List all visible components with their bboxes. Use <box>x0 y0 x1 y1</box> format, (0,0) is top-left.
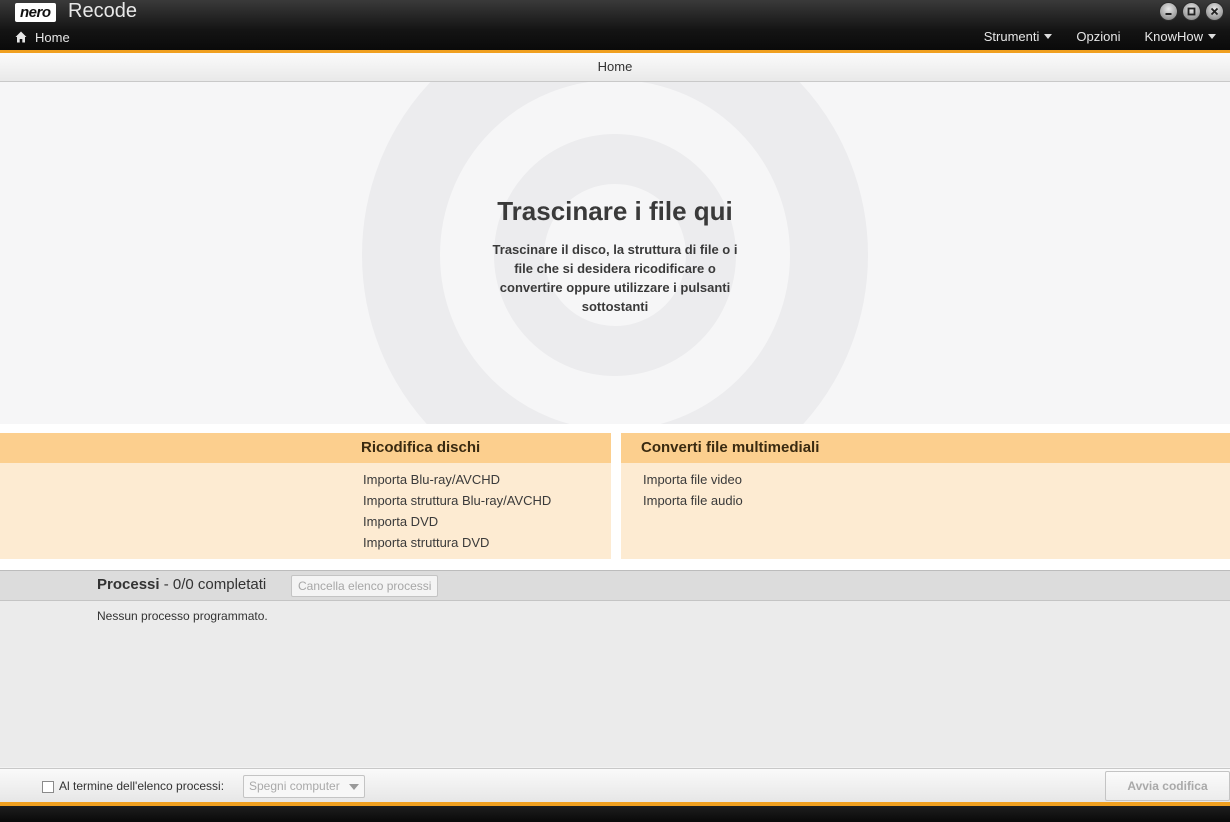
minimize-icon <box>1165 13 1172 15</box>
processes-header: Processi - 0/0 completati Cancella elenc… <box>0 571 1230 601</box>
nero-logo: nero <box>15 3 56 22</box>
close-button[interactable] <box>1205 2 1224 21</box>
close-icon <box>1210 7 1219 16</box>
window-bottom-border <box>0 806 1230 822</box>
menu-knowhow-label: KnowHow <box>1144 29 1203 44</box>
after-processes-select[interactable]: Spegni computer <box>243 775 365 798</box>
processes-title: Processi - 0/0 completati <box>97 576 266 593</box>
app-title: Recode <box>68 0 137 22</box>
chevron-down-icon <box>1208 34 1216 39</box>
menu-tools-label: Strumenti <box>983 29 1040 44</box>
convert-media-title: Converti file multimediali <box>621 433 1230 463</box>
home-icon <box>15 31 27 43</box>
import-audio-link[interactable]: Importa file audio <box>643 490 1230 511</box>
after-processes-value: Spegni computer <box>249 779 340 793</box>
start-encoding-button[interactable]: Avvia codifica <box>1105 771 1230 801</box>
recode-discs-title: Ricodifica dischi <box>0 433 611 463</box>
drop-zone[interactable]: Trascinare i file qui Trascinare il disc… <box>0 82 1230 424</box>
top-menu: Strumenti Opzioni KnowHow <box>984 29 1216 44</box>
menu-options[interactable]: Opzioni <box>1076 29 1120 44</box>
home-nav-label: Home <box>35 29 70 45</box>
processes-label: Processi <box>97 576 160 593</box>
import-video-link[interactable]: Importa file video <box>643 469 1230 490</box>
separator <box>0 424 1230 433</box>
menu-options-label: Opzioni <box>1076 29 1121 44</box>
import-dvd-structure-link[interactable]: Importa struttura DVD <box>363 532 611 553</box>
separator <box>0 559 1230 571</box>
shutdown-checkbox[interactable] <box>42 781 54 793</box>
recode-discs-panel: Ricodifica dischi Importa Blu-ray/AVCHD … <box>0 433 611 559</box>
clear-processes-button[interactable]: Cancella elenco processi <box>291 575 439 597</box>
menu-knowhow[interactable]: KnowHow <box>1144 29 1216 44</box>
import-bluray-link[interactable]: Importa Blu-ray/AVCHD <box>363 469 611 490</box>
drop-title: Trascinare i file qui <box>497 196 733 226</box>
processes-empty-text: Nessun processo programmato. <box>97 609 268 623</box>
processes-list: Nessun processo programmato. <box>0 601 1230 767</box>
title-bar: nero Recode Home Strumenti Opzioni KnowH… <box>0 0 1230 50</box>
convert-media-panel: Converti file multimediali Importa file … <box>621 433 1230 559</box>
home-nav-button[interactable]: Home <box>15 28 70 46</box>
maximize-button[interactable] <box>1182 2 1201 21</box>
window-controls <box>1159 2 1224 21</box>
import-bluray-structure-link[interactable]: Importa struttura Blu-ray/AVCHD <box>363 490 611 511</box>
processes-status: - 0/0 completati <box>159 576 267 593</box>
minimize-button[interactable] <box>1159 2 1178 21</box>
import-dvd-link[interactable]: Importa DVD <box>363 511 611 532</box>
panel-divider <box>611 433 621 559</box>
menu-tools[interactable]: Strumenti <box>984 29 1053 44</box>
drop-subtitle: Trascinare il disco, la struttura di fil… <box>492 242 738 314</box>
chevron-down-icon <box>1044 34 1053 39</box>
breadcrumb: Home <box>0 53 1230 82</box>
shutdown-checkbox-label: Al termine dell'elenco processi: <box>59 779 225 793</box>
maximize-icon <box>1187 7 1196 16</box>
chevron-down-icon <box>349 784 359 790</box>
footer-bar: Al termine dell'elenco processi: Spegni … <box>0 768 1230 803</box>
